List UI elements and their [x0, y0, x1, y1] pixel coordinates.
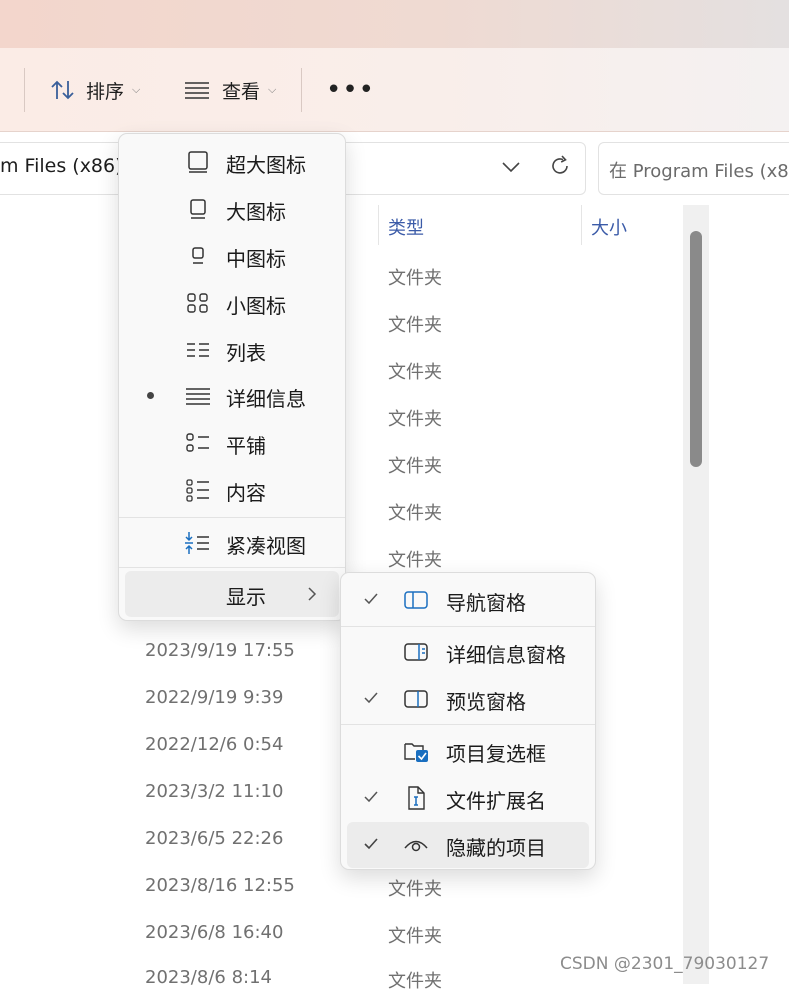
- column-separator[interactable]: [581, 205, 582, 245]
- sort-icon: [50, 78, 76, 102]
- menu-item-preview-pane[interactable]: 预览窗格: [341, 676, 595, 722]
- menu-item-label: 详细信息: [226, 387, 306, 411]
- row-date-modified: 2022/9/19 9:39: [145, 687, 284, 708]
- preview-pane-icon: [403, 687, 429, 711]
- row-date-modified: 2023/6/5 22:26: [145, 828, 284, 849]
- tiles-icon: [185, 431, 211, 455]
- chevron-right-icon: [305, 586, 319, 602]
- menu-divider: [119, 567, 345, 568]
- menu-item-list[interactable]: 列表: [119, 327, 345, 373]
- row-type: 文件夹: [388, 971, 442, 992]
- navigation-pane-icon: [403, 588, 429, 612]
- menu-item-compact-view[interactable]: 紧凑视图: [119, 520, 345, 566]
- menu-item-details-pane[interactable]: 详细信息窗格: [341, 629, 595, 675]
- row-type: 文件夹: [388, 456, 442, 477]
- menu-item-label: 隐藏的项目: [446, 836, 546, 860]
- checkmark-icon: [363, 836, 379, 856]
- menu-item-small-icons[interactable]: 小图标: [119, 280, 345, 326]
- column-header-size[interactable]: 大小: [591, 214, 627, 240]
- row-type: 文件夹: [388, 409, 442, 430]
- large-icons-icon: [185, 197, 211, 221]
- chevron-down-icon: ⌵: [132, 83, 141, 96]
- menu-item-extra-large-icons[interactable]: 超大图标: [119, 139, 345, 185]
- menu-divider: [341, 724, 595, 725]
- content-icon: [185, 478, 211, 502]
- menu-item-label: 预览窗格: [446, 690, 526, 714]
- menu-item-hidden-items[interactable]: 隐藏的项目: [347, 822, 589, 868]
- view-label: 查看: [222, 80, 261, 103]
- row-date-modified: 2023/3/2 11:10: [145, 781, 284, 802]
- row-type: 文件夹: [388, 503, 442, 524]
- menu-item-label: 超大图标: [226, 153, 306, 177]
- menu-item-file-extensions[interactable]: 文件扩展名: [341, 775, 595, 821]
- medium-icons-icon: [185, 244, 211, 268]
- menu-item-label: 平铺: [226, 434, 266, 458]
- menu-item-medium-icons[interactable]: 中图标: [119, 233, 345, 279]
- menu-item-label: 紧凑视图: [226, 534, 306, 558]
- selected-bullet-icon: [147, 392, 154, 399]
- view-menu: 超大图标 大图标 中图标 小图标 列表 详细信息 平铺 内容 紧凑视图 显示: [118, 133, 346, 621]
- hidden-items-eye-icon: [403, 833, 429, 857]
- row-type: 文件夹: [388, 879, 442, 900]
- item-checkbox-icon: [403, 739, 429, 763]
- file-extension-icon: [403, 786, 429, 810]
- checkmark-icon: [363, 789, 379, 809]
- row-date-modified: 2022/12/6 0:54: [145, 734, 284, 755]
- scrollbar-thumb[interactable]: [690, 231, 702, 467]
- row-type: 文件夹: [388, 362, 442, 383]
- show-submenu: 导航窗格 详细信息窗格 预览窗格 项目复选框 文件扩展名 隐藏的项目: [340, 572, 596, 870]
- sort-button[interactable]: 排序 ⌵: [50, 72, 140, 108]
- row-type: 文件夹: [388, 268, 442, 289]
- menu-item-tiles[interactable]: 平铺: [119, 420, 345, 466]
- toolbar-separator: [301, 68, 302, 112]
- refresh-icon[interactable]: [548, 154, 572, 178]
- more-options-button[interactable]: •••: [326, 77, 375, 103]
- details-icon: [185, 384, 211, 408]
- menu-item-label: 文件扩展名: [446, 789, 546, 813]
- menu-item-large-icons[interactable]: 大图标: [119, 186, 345, 232]
- compact-view-icon: [183, 531, 209, 555]
- row-date-modified: 2023/9/19 17:55: [145, 640, 295, 661]
- address-dropdown-icon[interactable]: [500, 156, 522, 178]
- details-pane-icon: [403, 640, 429, 664]
- search-placeholder: 在 Program Files (x86: [609, 161, 789, 182]
- menu-item-label: 中图标: [226, 247, 286, 271]
- menu-divider: [341, 626, 595, 627]
- checkmark-icon: [363, 591, 379, 611]
- list-icon: [185, 338, 211, 362]
- column-header-type[interactable]: 类型: [388, 214, 424, 240]
- menu-item-item-check-boxes[interactable]: 项目复选框: [341, 728, 595, 774]
- column-separator[interactable]: [378, 205, 379, 245]
- menu-item-label: 列表: [226, 341, 266, 365]
- menu-item-show[interactable]: 显示: [125, 571, 339, 617]
- extra-large-icons-icon: [185, 150, 211, 174]
- row-date-modified: 2023/8/6 8:14: [145, 967, 272, 988]
- row-type: 文件夹: [388, 550, 442, 571]
- menu-item-details[interactable]: 详细信息: [119, 373, 345, 419]
- title-bar: [0, 0, 789, 48]
- row-type: 文件夹: [388, 315, 442, 336]
- chevron-down-icon: ⌵: [268, 83, 277, 96]
- menu-item-label: 大图标: [226, 200, 286, 224]
- menu-item-navigation-pane[interactable]: 导航窗格: [341, 577, 595, 623]
- view-button[interactable]: 查看 ⌵: [184, 72, 276, 108]
- menu-divider: [119, 517, 345, 518]
- menu-item-label: 详细信息窗格: [446, 643, 566, 667]
- view-icon: [184, 78, 210, 102]
- menu-item-label: 内容: [226, 481, 266, 505]
- menu-item-label: 小图标: [226, 294, 286, 318]
- menu-item-content[interactable]: 内容: [119, 467, 345, 513]
- watermark: CSDN @2301_79030127: [560, 954, 770, 974]
- row-type: 文件夹: [388, 926, 442, 947]
- checkmark-icon: [363, 690, 379, 710]
- menu-item-label: 导航窗格: [446, 591, 526, 615]
- toolbar-separator: [24, 68, 25, 112]
- address-path: m Files (x86): [0, 155, 123, 177]
- sort-label: 排序: [86, 80, 125, 103]
- small-icons-icon: [185, 291, 211, 315]
- row-date-modified: 2023/6/8 16:40: [145, 922, 284, 943]
- row-date-modified: 2023/8/16 12:55: [145, 875, 295, 896]
- menu-item-label: 项目复选框: [446, 742, 546, 766]
- menu-item-label: 显示: [226, 585, 266, 609]
